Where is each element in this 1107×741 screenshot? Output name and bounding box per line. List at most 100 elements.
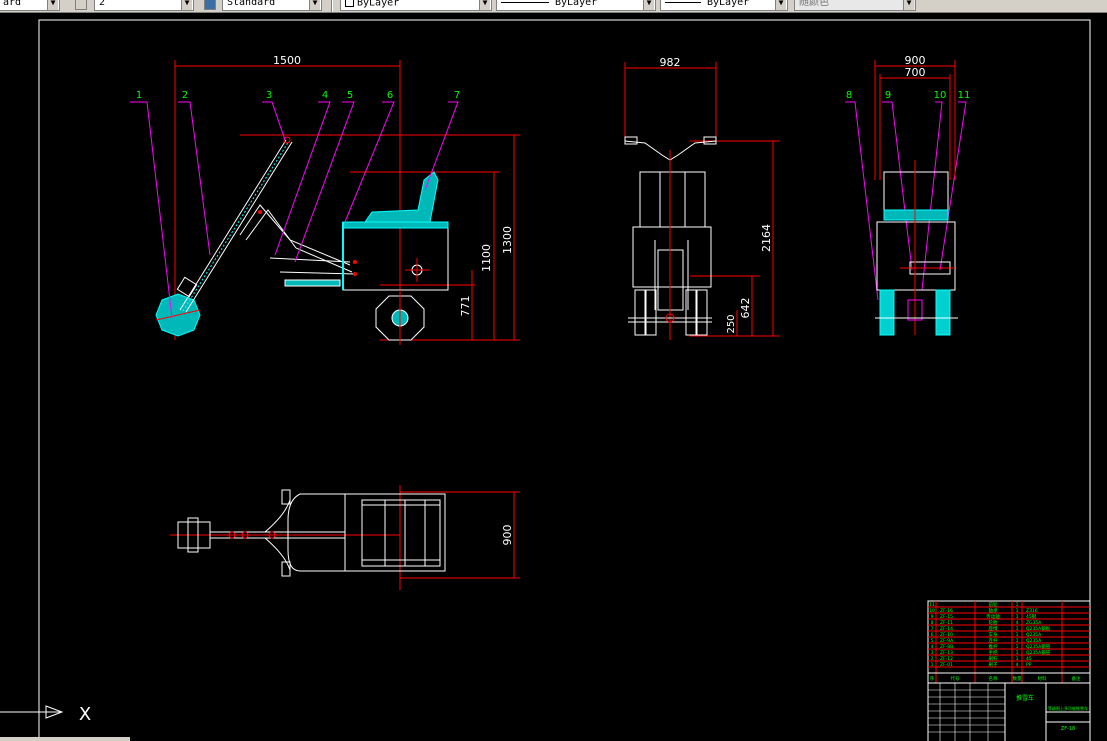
tb-cell-qty: 1: [1016, 608, 1019, 614]
chevron-down-icon: ▼: [309, 0, 320, 10]
title-block-rows: 11 前轮 110 ZF-16 轴承 1 Z3169 ZF-15 传动轴 1 45钢8 ZF-11 轮胎…: [929, 601, 1051, 668]
tb-cell-no: 11: [929, 602, 935, 608]
tb-cell-name: 推杆: [989, 643, 998, 650]
dim-side-width: 1500: [273, 54, 301, 67]
tb-cell-qty: 1: [1016, 638, 1019, 644]
balloon-7: 7: [454, 90, 460, 101]
tb-subtitle: 等级图上多功能推雪车: [1048, 705, 1088, 711]
tb-cell-qty: 1: [1016, 656, 1019, 662]
tb-cell-name: 刷杆: [989, 655, 998, 662]
tb-drawing-no: ZF-18: [1061, 726, 1075, 732]
table-style-icon[interactable]: [204, 0, 216, 10]
dim-front-h642: 642: [739, 298, 752, 319]
tb-cell-mat: Q235A钢板: [1026, 625, 1051, 632]
dim-side-h771: 771: [459, 296, 472, 317]
dim-side-h1100: 1100: [480, 244, 493, 272]
tb-cell-no: 1: [931, 662, 934, 668]
linetype-sample-icon: [501, 1, 549, 3]
tb-cell-code: ZF-11: [940, 620, 953, 626]
balloon-5: 5: [347, 90, 353, 101]
lineweight-sample-icon: [665, 1, 701, 3]
balloon-9: 9: [885, 90, 891, 101]
dim-top-w900: 900: [501, 525, 514, 546]
dim-front-h2164: 2164: [760, 224, 773, 252]
linetype-control-value: ByLayer: [555, 0, 598, 8]
tb-cell-code: ZF-10: [940, 632, 953, 638]
tb-cell-code: ZF-8B: [940, 644, 953, 650]
balloon-11: 11: [958, 90, 971, 101]
tb-cell-name: 刷子: [989, 661, 998, 668]
drawing-canvas[interactable]: 1500 1100 1300 771 1 2 3 4 5 6 7 8 9 10 …: [0, 12, 1107, 741]
chevron-down-icon: ▼: [643, 0, 654, 10]
tb-cell-name: 手把: [989, 649, 998, 656]
dim-front-width: 982: [660, 56, 681, 69]
tb-cell-mat: PP: [1026, 662, 1032, 668]
tb-col-qty: 数量: [1013, 675, 1022, 682]
balloon-8: 8: [846, 90, 852, 101]
tb-cell-no: 6: [931, 632, 934, 638]
tb-cell-mat: ZG35A: [1026, 620, 1042, 626]
tb-col-material: 材料: [1038, 675, 1047, 682]
dim-scale-select[interactable]: 2 ▼: [94, 0, 194, 11]
tb-cell-mat: Q235A钢管: [1026, 649, 1051, 656]
tb-cell-code: ZF-15: [940, 614, 953, 620]
status-bar: [0, 737, 130, 741]
tb-cell-mat: Z316: [1026, 608, 1038, 614]
text-style-select[interactable]: ard ▼: [0, 0, 60, 11]
tb-cell-qty: 1: [1016, 632, 1019, 638]
tb-cell-name: 前轮: [989, 601, 998, 608]
tb-cell-qty: 1: [1016, 614, 1019, 620]
tb-cell-code: ZF-16: [940, 608, 953, 614]
tb-cell-no: 9: [931, 614, 934, 620]
toolbar-separator: [331, 0, 333, 12]
chevron-down-icon: ▼: [47, 0, 58, 10]
chevron-down-icon: ▼: [775, 0, 786, 10]
title-block: 序 代号 名称 数量 材料 备注 11 前轮 110 ZF-16 轴承 1 Z3169 ZF-…: [927, 600, 1091, 741]
chevron-down-icon: ▼: [479, 0, 490, 10]
lineweight-control-value: ByLayer: [707, 0, 750, 8]
balloon-2: 2: [182, 90, 188, 101]
tb-cell-mat: Q235A钢管: [1026, 643, 1051, 650]
dim-rear-w700: 700: [905, 66, 926, 79]
color-control-select[interactable]: ByLayer ▼: [340, 0, 492, 11]
tb-cell-name: 座椅: [989, 625, 998, 632]
front-view: 982 2164 642 250: [624, 56, 780, 340]
tb-cell-qty: 4: [1016, 620, 1019, 626]
tb-cell-no: 2: [931, 656, 934, 662]
tb-cell-code: ZF-9A: [940, 638, 954, 644]
color-control-value: ByLayer: [357, 0, 400, 9]
dimension-style-icon[interactable]: [75, 0, 87, 10]
tb-cell-code: ZF-14: [940, 626, 953, 632]
dim-scale-value: 2: [99, 0, 106, 8]
dim-side-h1300: 1300: [501, 226, 514, 254]
linetype-control-select[interactable]: ByLayer ▼: [496, 0, 656, 11]
balloon-10: 10: [934, 90, 947, 101]
tb-cell-qty: 1: [1016, 626, 1019, 632]
balloon-leaders: [130, 101, 967, 319]
tb-col-code: 代号: [951, 675, 960, 682]
tb-cell-code: ZF-01: [940, 662, 953, 668]
tb-col-note: 备注: [1072, 675, 1081, 682]
tb-cell-qty: 1: [1016, 644, 1019, 650]
tb-cell-name: 轴承: [989, 607, 998, 614]
balloon-3: 3: [266, 90, 272, 101]
tb-cell-code: ZF-13: [940, 650, 953, 656]
tb-cell-no: 7: [931, 626, 934, 632]
tb-cell-name: 传动轴: [986, 613, 1000, 620]
chevron-down-icon: ▼: [903, 0, 914, 10]
dim-front-h250: 250: [726, 314, 737, 333]
tb-cell-no: 8: [931, 620, 934, 626]
side-view: 1500 1100 1300 771: [155, 54, 520, 345]
balloon-6: 6: [387, 90, 393, 101]
plot-style-select[interactable]: 随颜色 ▼: [794, 0, 916, 11]
dim-style-value: Standard: [227, 0, 276, 8]
dim-style-select[interactable]: Standard ▼: [222, 0, 322, 11]
balloon-4: 4: [322, 90, 328, 101]
tb-cell-name: 轮胎: [989, 619, 998, 626]
lineweight-control-select[interactable]: ByLayer ▼: [660, 0, 788, 11]
tb-cell-qty: 1: [1016, 650, 1019, 656]
tb-cell-mat: 45钢: [1026, 613, 1037, 620]
tb-cell-no: 5: [931, 638, 934, 644]
color-swatch-icon: [345, 0, 354, 7]
balloon-1: 1: [136, 90, 142, 101]
